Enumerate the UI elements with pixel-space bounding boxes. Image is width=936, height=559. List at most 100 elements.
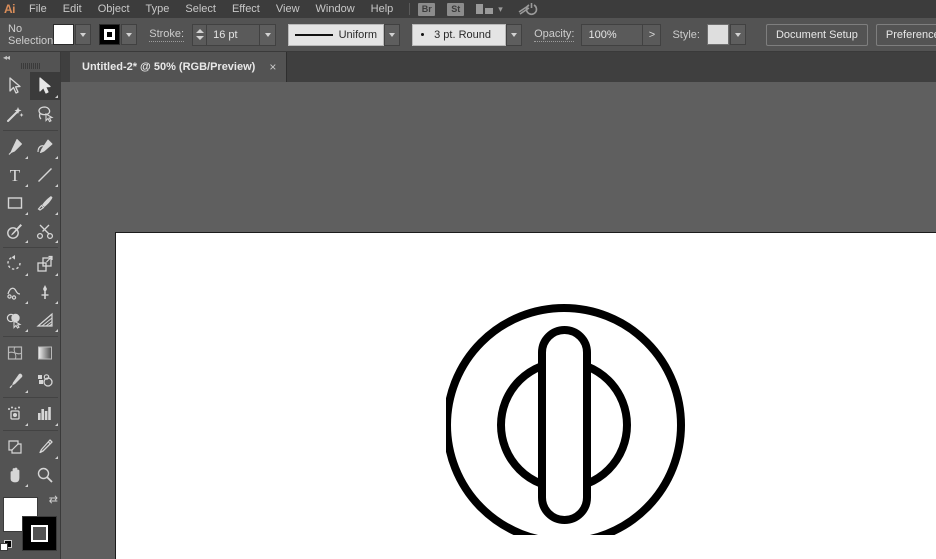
stock-badge[interactable]: St <box>447 3 464 16</box>
menubar-divider <box>409 3 410 15</box>
mesh-tool[interactable] <box>0 339 30 367</box>
chevron-down-icon[interactable]: ▾ <box>498 4 503 15</box>
fill-swatch-dropdown[interactable] <box>75 24 91 45</box>
menu-item-window[interactable]: Window <box>308 0 363 18</box>
scale-tool[interactable] <box>30 250 60 278</box>
selection-tool[interactable] <box>0 72 30 100</box>
menu-item-select[interactable]: Select <box>177 0 224 18</box>
scissors-tool[interactable] <box>30 217 60 245</box>
chevron-down-icon <box>80 33 86 37</box>
artboard-tool[interactable] <box>0 433 30 461</box>
svg-text:T: T <box>10 166 21 184</box>
menu-item-edit[interactable]: Edit <box>55 0 90 18</box>
tool-flyout-indicator <box>25 484 28 487</box>
tools-panel-header: ◂◂ <box>0 52 60 72</box>
cc-sync-icon[interactable] <box>517 2 543 16</box>
magic-wand-tool[interactable] <box>0 100 30 128</box>
stroke-weight-stepper[interactable] <box>192 24 206 46</box>
slice-tool[interactable] <box>30 433 60 461</box>
chevron-down-icon <box>735 33 741 37</box>
tool-flyout-indicator <box>55 240 58 243</box>
tools-divider <box>3 430 58 431</box>
tools-panel: ◂◂ <box>0 52 61 559</box>
free-transform-tool[interactable] <box>30 278 60 306</box>
tool-flyout-indicator <box>55 301 58 304</box>
chevron-down-icon <box>389 33 395 37</box>
tool-flyout-indicator <box>55 184 58 187</box>
opacity-label[interactable]: Opacity: <box>534 28 574 42</box>
stroke-label[interactable]: Stroke: <box>149 28 184 42</box>
menu-item-object[interactable]: Object <box>90 0 138 18</box>
document-tab-title: Untitled-2* @ 50% (RGB/Preview) <box>82 61 255 73</box>
stroke-profile-select[interactable]: Uniform <box>288 24 384 46</box>
eyedropper-tool[interactable] <box>0 367 30 395</box>
stroke-proxy-swatch[interactable] <box>22 516 57 551</box>
tool-flyout-indicator <box>25 329 28 332</box>
width-tool[interactable] <box>0 278 30 306</box>
bridge-badge[interactable]: Br <box>418 3 435 16</box>
chevron-down-icon <box>511 33 517 37</box>
column-graph-tool[interactable] <box>30 400 60 428</box>
collapse-panel-icon[interactable]: ◂◂ <box>3 53 9 62</box>
menu-item-effect[interactable]: Effect <box>224 0 268 18</box>
illustrator-window: Ai File Edit Object Type Select Effect V… <box>0 0 936 559</box>
menu-bar: Ai File Edit Object Type Select Effect V… <box>0 0 936 18</box>
opacity-popup-button[interactable]: > <box>643 24 661 46</box>
tool-flyout-indicator <box>55 273 58 276</box>
arrange-documents-icon[interactable] <box>476 4 494 14</box>
hand-tool[interactable] <box>0 461 30 489</box>
default-fill-stroke-icon[interactable] <box>0 540 13 553</box>
stroke-swatch[interactable] <box>99 24 120 45</box>
menu-item-file[interactable]: File <box>21 0 55 18</box>
close-icon[interactable]: × <box>269 61 276 73</box>
stepper-down-icon <box>196 36 204 40</box>
shaper-tool[interactable] <box>0 217 30 245</box>
stroke-profile-dropdown[interactable] <box>384 24 400 46</box>
opacity-input[interactable]: 100% <box>581 24 643 46</box>
pen-tool[interactable] <box>0 133 30 161</box>
tool-flyout-indicator <box>55 423 58 426</box>
brush-definition-dropdown[interactable] <box>506 24 522 46</box>
shape-builder-tool[interactable] <box>0 306 30 334</box>
blend-tool[interactable] <box>30 367 60 395</box>
stroke-swatch-dropdown[interactable] <box>121 24 137 45</box>
stroke-proxy-hole <box>31 525 48 542</box>
direct-selection-tool[interactable] <box>30 72 60 100</box>
zoom-tool[interactable] <box>30 461 60 489</box>
brush-definition-select[interactable]: 3 pt. Round <box>412 24 506 46</box>
stroke-weight-input[interactable]: 16 pt <box>206 24 260 46</box>
document-tab[interactable]: Untitled-2* @ 50% (RGB/Preview) × <box>70 52 287 82</box>
document-canvas[interactable] <box>61 82 936 559</box>
paintbrush-tool[interactable] <box>30 189 60 217</box>
line-segment-tool[interactable] <box>30 161 60 189</box>
preferences-button[interactable]: Preferences <box>876 24 936 46</box>
control-bar: No Selection Stroke: 16 pt <box>0 18 936 52</box>
power-icon-artwork[interactable] <box>446 295 686 540</box>
curvature-tool[interactable] <box>30 133 60 161</box>
fill-swatch[interactable] <box>53 24 74 45</box>
stroke-swatch-ring <box>104 29 115 40</box>
rotate-tool[interactable] <box>0 250 30 278</box>
menu-item-view[interactable]: View <box>268 0 308 18</box>
artboard[interactable] <box>115 232 936 559</box>
graphic-style-swatch[interactable] <box>707 24 729 45</box>
tools-divider <box>3 130 58 131</box>
graphic-style-dropdown[interactable] <box>730 24 746 45</box>
tool-flyout-indicator <box>55 456 58 459</box>
lasso-tool[interactable] <box>30 100 60 128</box>
menu-item-help[interactable]: Help <box>363 0 402 18</box>
drag-grip-icon[interactable] <box>21 63 40 69</box>
rectangle-tool[interactable] <box>0 189 30 217</box>
menu-item-type[interactable]: Type <box>138 0 178 18</box>
stroke-profile-preview-icon <box>295 34 332 36</box>
document-setup-button[interactable]: Document Setup <box>766 24 868 46</box>
brush-definition-value: 3 pt. Round <box>434 29 491 41</box>
perspective-grid-tool[interactable] <box>30 306 60 334</box>
app-logo: Ai <box>0 0 21 18</box>
symbol-sprayer-tool[interactable] <box>0 400 30 428</box>
stroke-weight-dropdown[interactable] <box>260 24 276 46</box>
type-tool[interactable]: T <box>0 161 30 189</box>
gradient-tool[interactable] <box>30 339 60 367</box>
selection-status: No Selection <box>8 23 53 47</box>
swap-fill-stroke-icon[interactable]: ⇄ <box>49 493 58 506</box>
